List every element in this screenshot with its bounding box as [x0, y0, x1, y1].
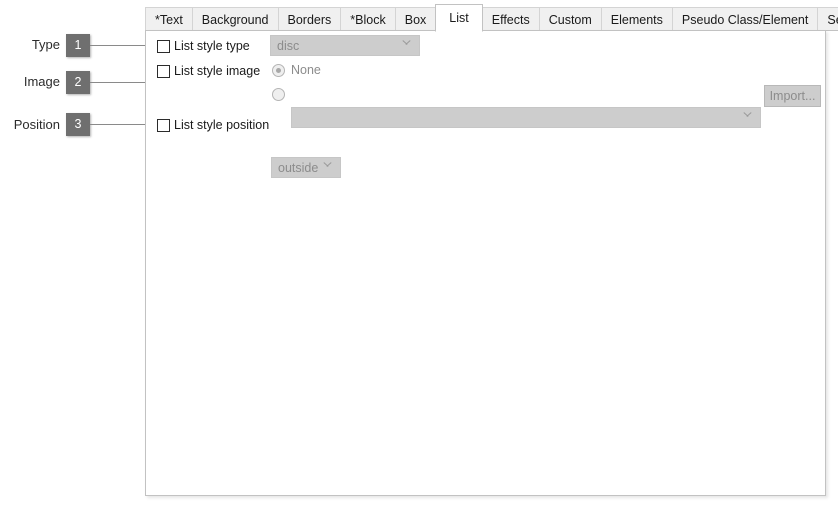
radio-option-none: None	[272, 63, 321, 77]
tab-text[interactable]: *Text	[145, 7, 193, 31]
checkbox-list-style-image[interactable]	[157, 64, 170, 78]
tab-effects[interactable]: Effects	[481, 7, 540, 31]
row-list-style-type: List style type	[157, 39, 250, 53]
chevron-down-icon	[403, 41, 411, 49]
row-list-style-image: List style image	[157, 64, 260, 78]
radio-list-style-image-none[interactable]	[272, 63, 285, 77]
tab-pseudo-class-element[interactable]: Pseudo Class/Element	[671, 7, 819, 31]
checkbox-list-style-position[interactable]	[157, 118, 170, 132]
dropdown-list-style-type[interactable]: disc	[270, 35, 420, 56]
annotation-badge-2: 2	[66, 71, 90, 94]
dropdown-list-style-type-value: disc	[277, 38, 300, 53]
tab-custom[interactable]: Custom	[538, 7, 602, 31]
chevron-down-icon	[744, 113, 752, 121]
dropdown-list-style-position-value: outside	[278, 160, 319, 175]
radio-option-url	[272, 88, 285, 101]
chevron-down-icon	[324, 163, 332, 171]
tab-background[interactable]: Background	[191, 7, 279, 31]
label-list-style-image-none: None	[291, 63, 321, 77]
tab-list-active[interactable]: List	[435, 4, 483, 32]
annotation-badge-1: 1	[66, 34, 90, 57]
annotation-label-type: Type	[31, 37, 60, 52]
label-list-style-image: List style image	[174, 64, 261, 78]
label-list-style-position: List style position	[174, 118, 270, 132]
tab-list: *Text Background Borders *Block Box List…	[145, 4, 838, 32]
tab-elements[interactable]: Elements	[600, 7, 673, 31]
dropdown-list-style-image-url[interactable]	[291, 107, 761, 128]
radio-list-style-image-url[interactable]	[272, 88, 285, 101]
tab-borders[interactable]: Borders	[277, 7, 342, 31]
tab-box[interactable]: Box	[394, 7, 437, 31]
checkbox-list-style-type[interactable]	[157, 39, 170, 53]
annotation-label-position: Position	[13, 117, 60, 132]
tab-block[interactable]: *Block	[340, 7, 396, 31]
tab-selectors[interactable]: Selectors	[817, 7, 838, 31]
dropdown-list-style-position[interactable]: outside	[271, 157, 341, 178]
annotation-label-image: Image	[23, 74, 60, 89]
row-list-style-position: List style position	[157, 118, 269, 132]
import-button[interactable]: Import...	[764, 85, 821, 107]
annotation-badge-3: 3	[66, 113, 90, 136]
list-properties-panel: List style type disc List style image No…	[145, 30, 826, 496]
tab-strip: *Text Background Borders *Block Box List…	[145, 4, 838, 32]
label-list-style-type: List style type	[174, 39, 250, 53]
